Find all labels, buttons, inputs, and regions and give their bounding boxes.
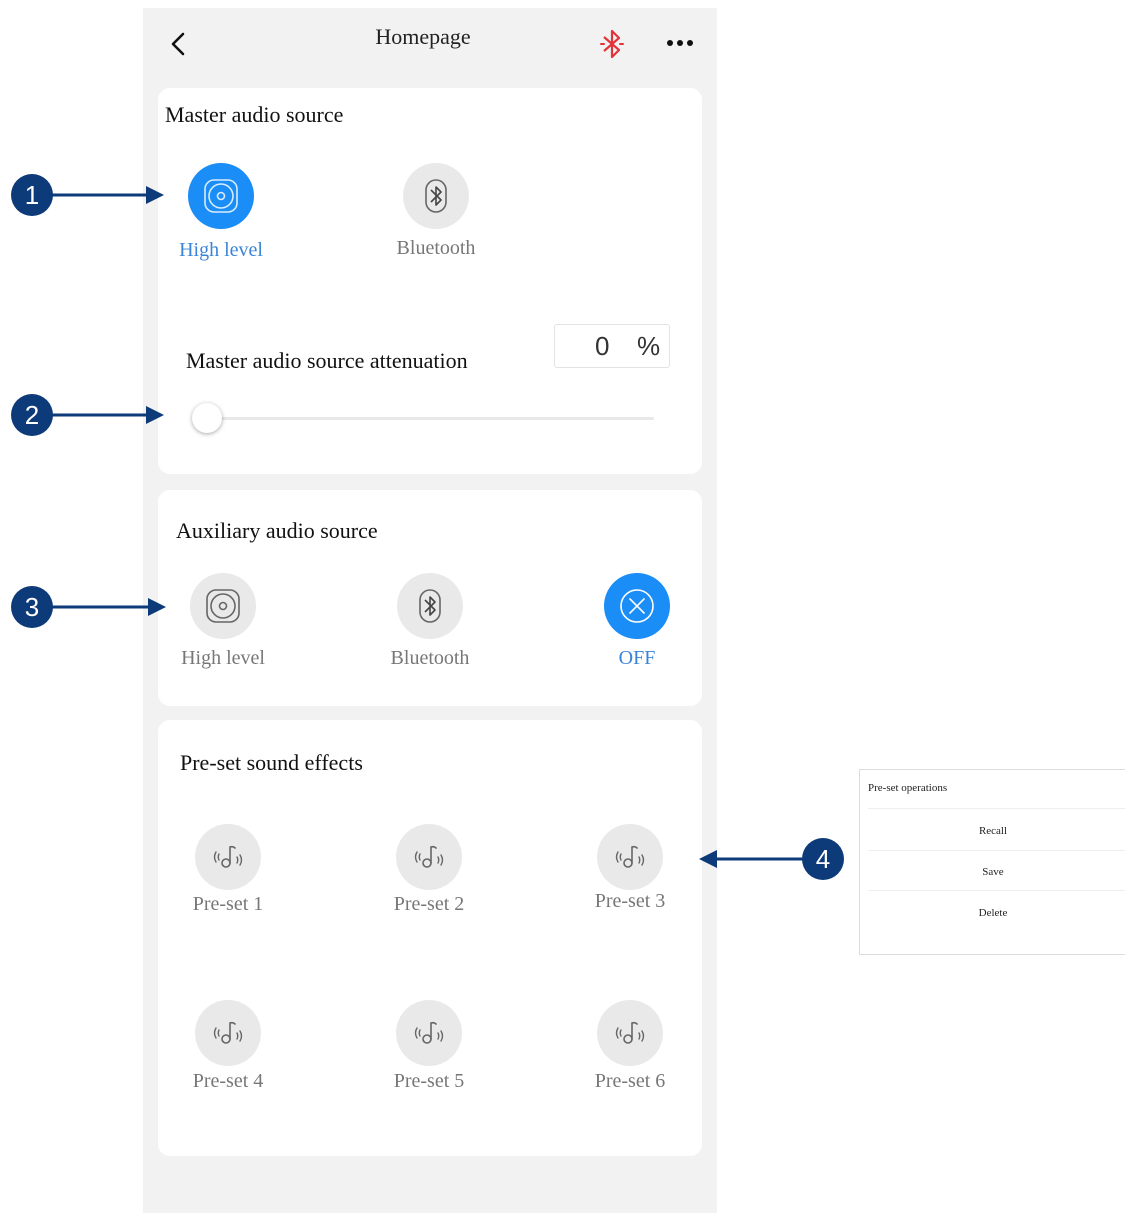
callout-arrow-2: [52, 406, 164, 424]
callout-arrows: [52, 186, 803, 868]
callout-badge: 4: [802, 838, 844, 880]
callout-arrow-1: [52, 186, 164, 204]
menu-item-save[interactable]: Save: [860, 866, 1125, 878]
callout-badge: 2: [11, 394, 53, 436]
popup-title: Pre-set operations: [868, 782, 948, 794]
preset-operations-menu: Pre-set operations Recall Save Delete: [859, 769, 1125, 955]
divider: [868, 808, 1125, 809]
divider: [868, 850, 1125, 851]
callout-badge: 3: [11, 586, 53, 628]
callout-arrow-4: [699, 850, 803, 868]
menu-item-delete[interactable]: Delete: [860, 907, 1125, 919]
callout-badge: 1: [11, 174, 53, 216]
menu-item-recall[interactable]: Recall: [860, 825, 1125, 837]
divider: [868, 890, 1125, 891]
callout-arrow-3: [52, 598, 166, 616]
